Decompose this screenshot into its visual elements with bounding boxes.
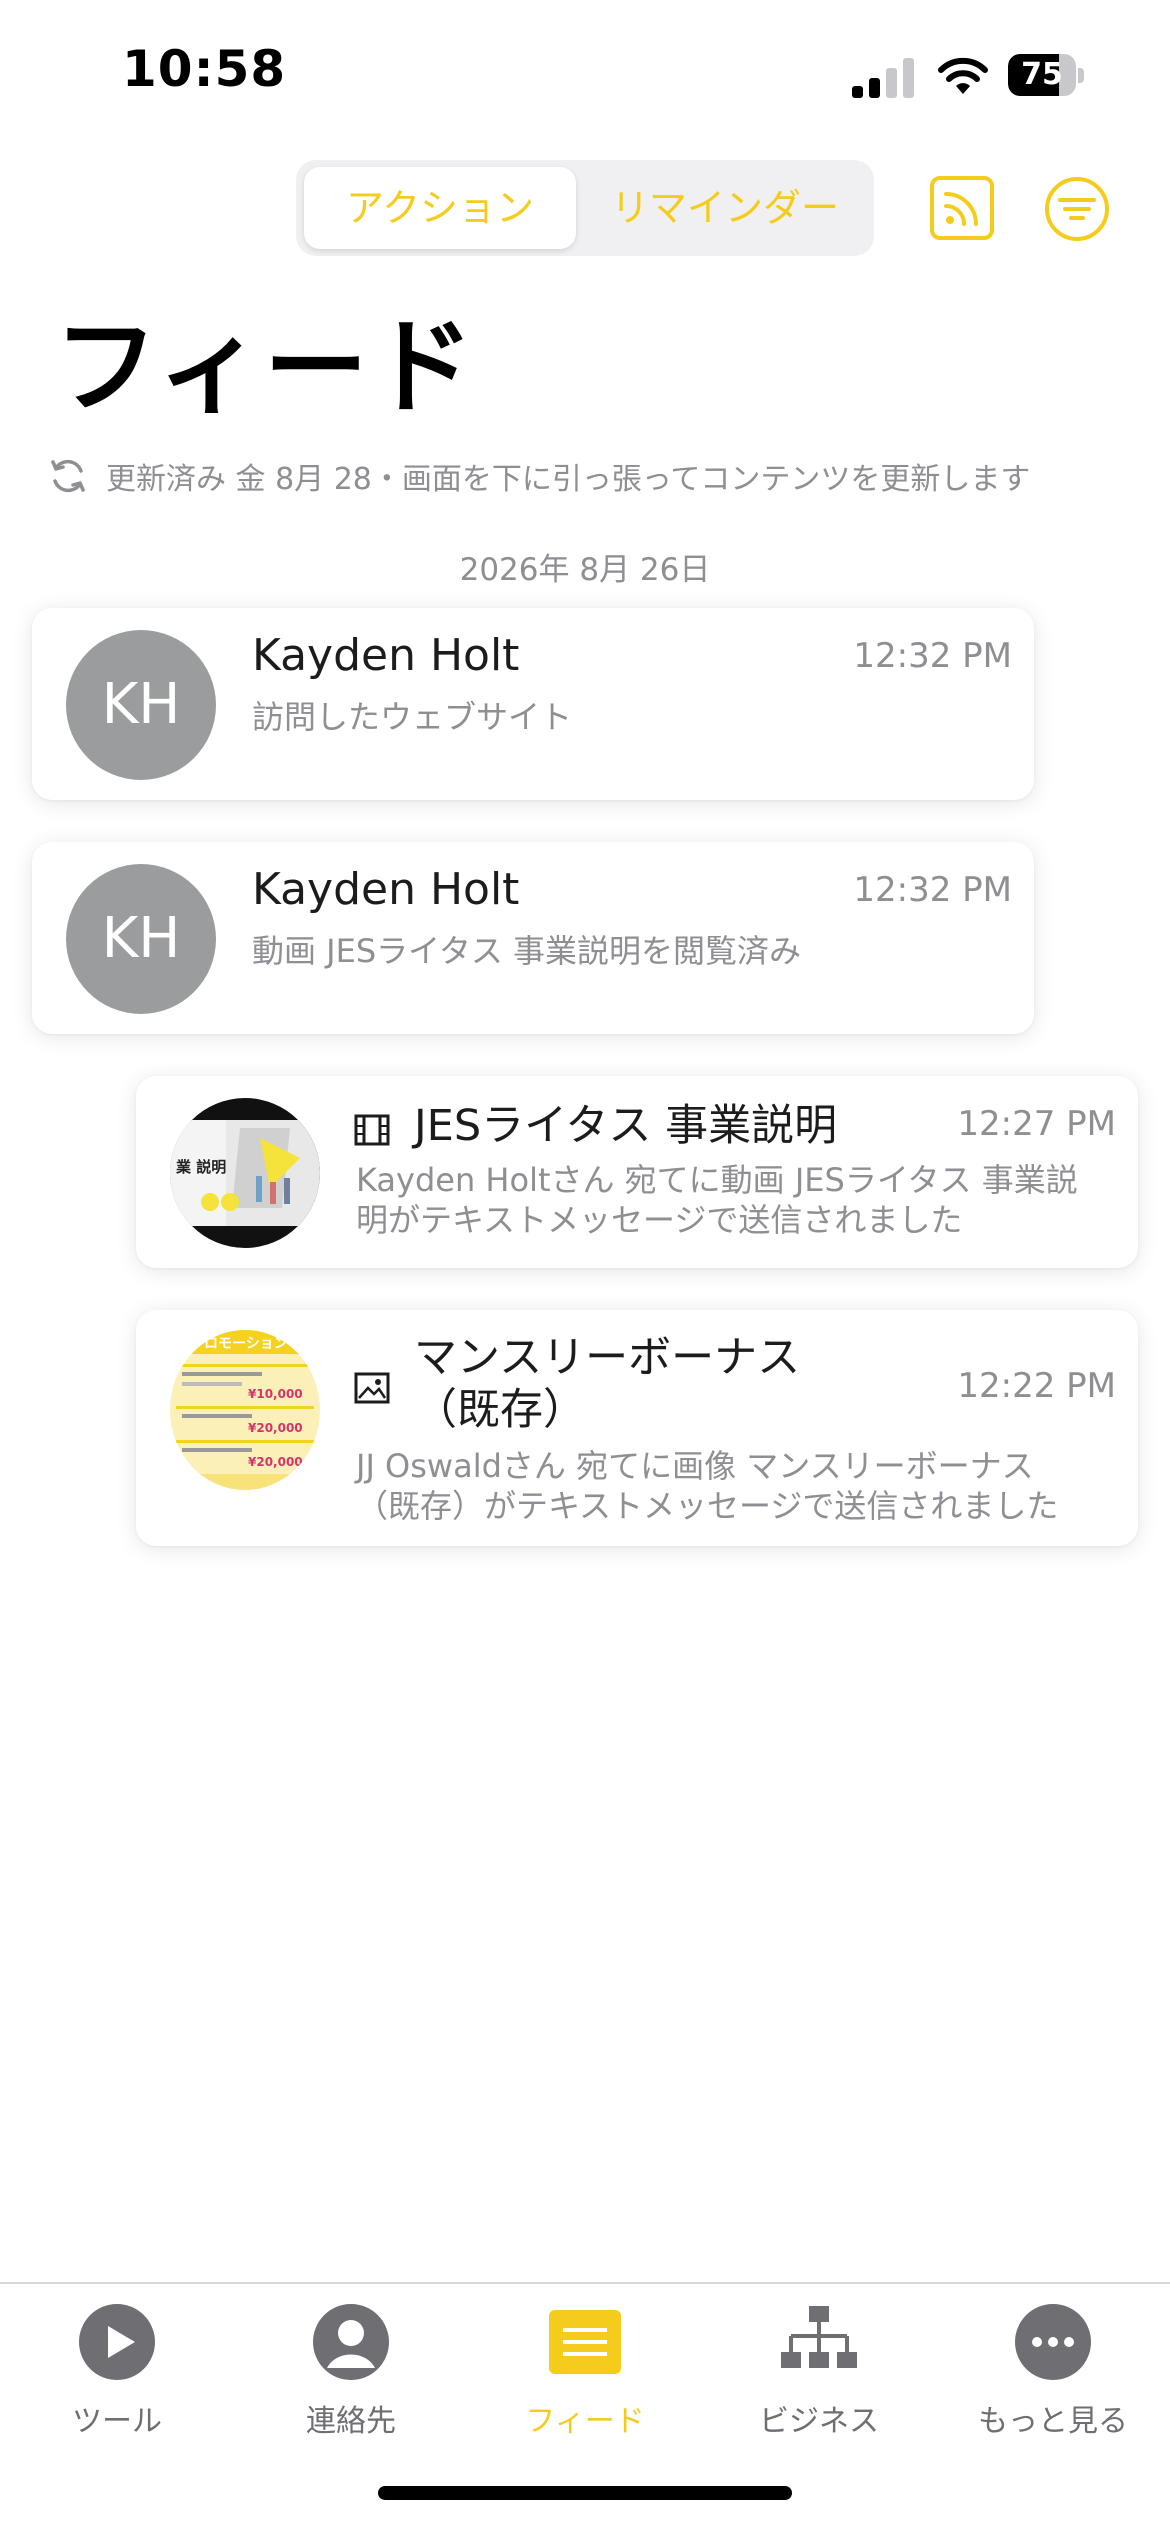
wifi-icon <box>938 57 988 94</box>
refresh-icon <box>51 459 85 493</box>
tab-label: ビジネス <box>759 2404 879 2439</box>
battery-icon: 75 <box>1008 54 1086 98</box>
tab-feed[interactable]: フィード <box>468 2302 702 2440</box>
feed-segmented-control: アクション リマインダー <box>296 160 874 256</box>
timestamp: 12:32 PM <box>853 870 1012 910</box>
tab-label: ツール <box>72 2404 162 2439</box>
rss-feed-icon[interactable] <box>930 176 994 240</box>
segment-action[interactable]: アクション <box>304 167 576 249</box>
activity-text: 動画 JESライタス 事業説明を閲覧済み <box>252 932 802 970</box>
feed-list-icon <box>549 2310 621 2374</box>
refresh-status: 更新済み 金 8月 28・画面を下に引っ張ってコンテンツを更新します <box>48 452 1030 500</box>
org-chart-icon <box>781 2306 857 2368</box>
thumbnail-value: ¥20,000 <box>248 1455 303 1469</box>
media-description-line-1: Kayden Holtさん 宛てに動画 JESライタス 事業説 <box>356 1161 1078 1199</box>
status-time: 10:58 <box>122 40 287 98</box>
media-description-line-2: 明がテキストメッセージで送信されました <box>356 1201 963 1239</box>
activity-text: 訪問したウェブサイト <box>252 698 573 736</box>
avatar: KH <box>66 864 216 1014</box>
thumbnail-value: ¥20,000 <box>248 1421 303 1435</box>
date-section-header: 2026年 8月 26日 <box>459 552 711 588</box>
media-title-line-2: （既存） <box>414 1385 586 1435</box>
tab-business[interactable]: ビジネス <box>702 2302 936 2440</box>
media-sent-item[interactable]: プロモーション ¥10,000 ¥20,000 ¥20,000 マンスリーボーナ… <box>136 1310 1138 1546</box>
feed-item[interactable]: KH Kayden Holt 訪問したウェブサイト 12:32 PM <box>32 608 1034 800</box>
battery-level-text: 75 <box>1021 57 1063 92</box>
play-icon <box>79 2304 155 2380</box>
media-title: JESライタス 事業説明 <box>414 1101 838 1151</box>
timestamp: 12:32 PM <box>853 636 1012 676</box>
thumbnail-text: 業 説明 <box>175 1158 226 1176</box>
more-icon <box>1015 2304 1091 2380</box>
contact-name: Kayden Holt <box>252 630 520 681</box>
image-thumbnail: プロモーション ¥10,000 ¥20,000 ¥20,000 <box>170 1330 320 1490</box>
person-icon <box>313 2304 389 2380</box>
page-title: フィード <box>54 306 476 428</box>
tab-contacts[interactable]: 連絡先 <box>234 2302 468 2440</box>
cellular-signal-icon <box>852 58 914 98</box>
home-indicator <box>378 2486 792 2500</box>
segment-reminder[interactable]: リマインダー <box>584 167 866 249</box>
tab-more[interactable]: もっと見る <box>936 2302 1170 2440</box>
media-sent-item[interactable]: 業 説明 JESライタス 事業説明 12:27 PM Kayden Holtさん… <box>136 1076 1138 1268</box>
media-description-line-1: JJ Oswaldさん 宛てに画像 マンスリーボーナス <box>356 1447 1034 1485</box>
tab-label: 連絡先 <box>306 2404 396 2439</box>
timestamp: 12:22 PM <box>957 1366 1116 1406</box>
thumbnail-text: プロモーション <box>190 1336 288 1352</box>
filter-icon[interactable] <box>1044 176 1110 242</box>
contact-name: Kayden Holt <box>252 864 520 915</box>
tab-tools[interactable]: ツール <box>0 2302 234 2440</box>
timestamp: 12:27 PM <box>957 1104 1116 1144</box>
feed-item[interactable]: KH Kayden Holt 動画 JESライタス 事業説明を閲覧済み 12:3… <box>32 842 1034 1034</box>
media-title-line-1: マンスリーボーナス <box>414 1333 801 1383</box>
tab-label: もっと見る <box>978 2404 1128 2439</box>
thumbnail-value: ¥10,000 <box>248 1387 303 1401</box>
tab-label: フィード <box>525 2404 645 2439</box>
video-thumbnail: 業 説明 <box>170 1098 320 1248</box>
film-icon <box>354 1114 390 1146</box>
avatar: KH <box>66 630 216 780</box>
image-icon <box>354 1372 390 1404</box>
refresh-text: 更新済み 金 8月 28・画面を下に引っ張ってコンテンツを更新します <box>106 462 1031 497</box>
media-description-line-2: （既存）がテキストメッセージで送信されました <box>356 1487 1059 1525</box>
